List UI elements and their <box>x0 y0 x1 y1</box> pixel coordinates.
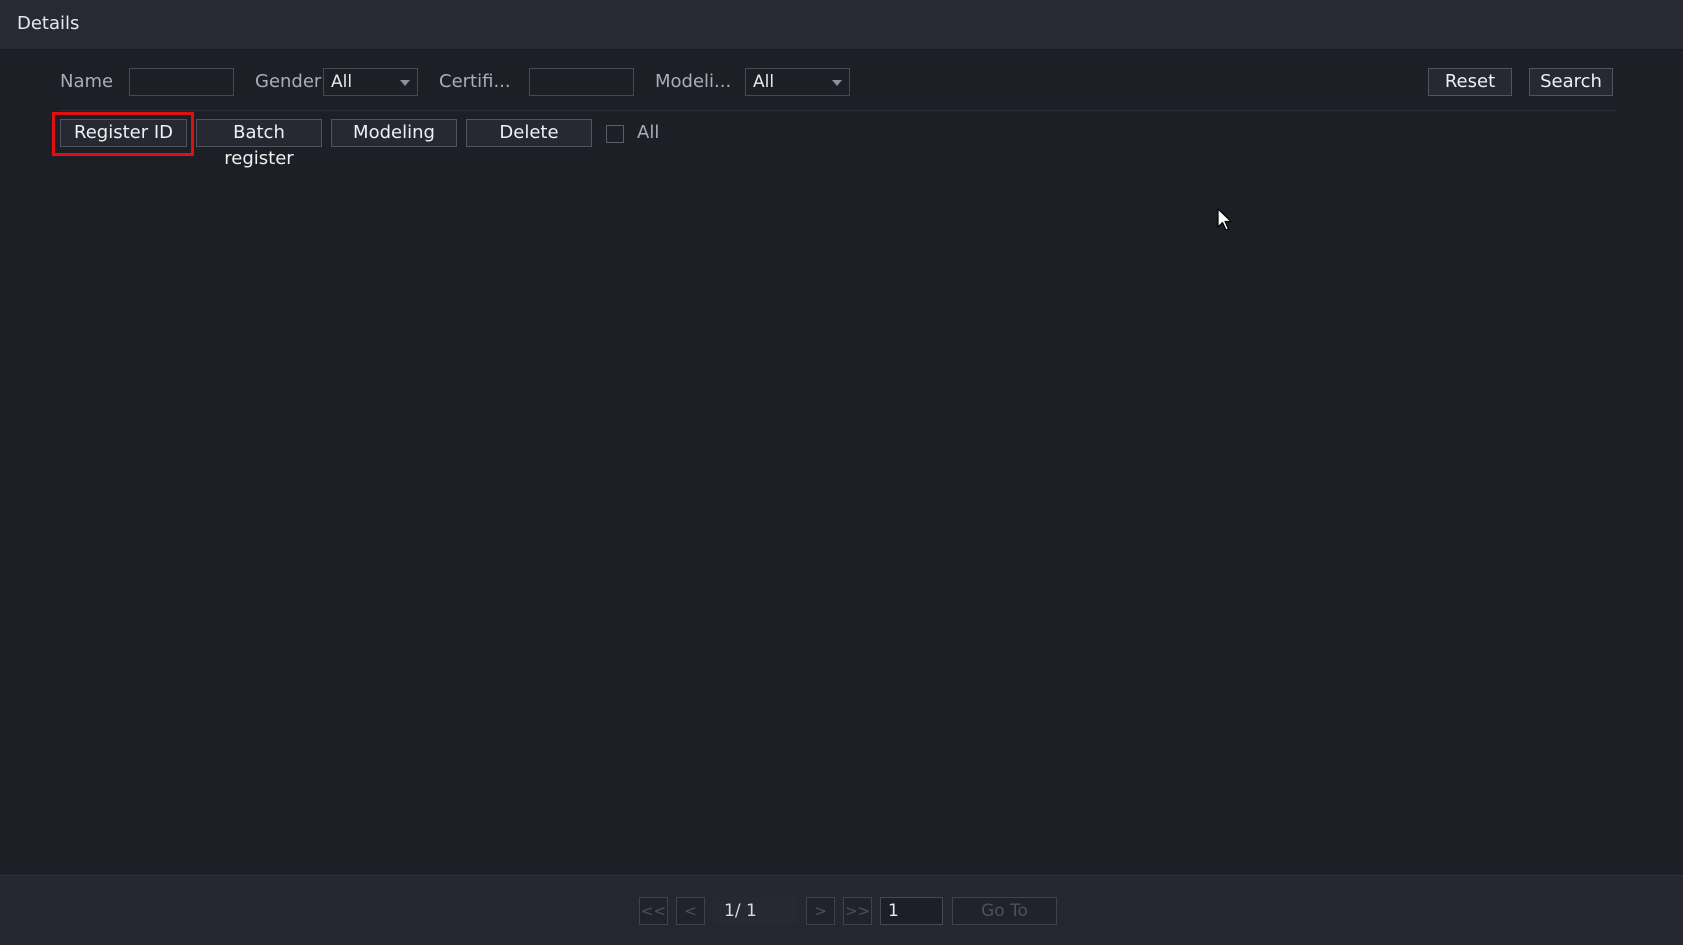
search-button[interactable]: Search <box>1529 68 1613 96</box>
gender-select-value: All <box>331 72 353 92</box>
filter-divider <box>58 110 1616 111</box>
pagination-bar <box>0 875 1683 945</box>
go-to-button[interactable]: Go To <box>952 897 1057 925</box>
delete-button[interactable]: Delete <box>466 119 592 147</box>
modeling-status-select-value: All <box>753 72 775 92</box>
name-input[interactable] <box>129 68 234 96</box>
modeling-status-label: Modeli... <box>655 71 732 92</box>
page-indicator: 1/ 1 <box>713 897 798 925</box>
gender-label: Gender <box>255 71 322 92</box>
last-page-button[interactable]: >> <box>843 897 872 925</box>
modeling-button[interactable]: Modeling <box>331 119 457 147</box>
reset-button[interactable]: Reset <box>1428 68 1512 96</box>
gender-select[interactable]: All <box>323 68 418 96</box>
modeling-status-select[interactable]: All <box>745 68 850 96</box>
prev-page-button[interactable]: < <box>676 897 705 925</box>
certificate-label: Certifi... <box>439 71 511 92</box>
name-label: Name <box>60 71 114 92</box>
batch-register-button[interactable]: Batch register <box>196 119 322 169</box>
select-all-label: All <box>637 122 660 143</box>
register-id-button[interactable]: Register ID <box>60 119 187 147</box>
next-page-button[interactable]: > <box>806 897 835 925</box>
page-title: Details <box>17 13 80 34</box>
first-page-button[interactable]: << <box>639 897 668 925</box>
page-number-input[interactable]: 1 <box>880 897 943 925</box>
chevron-down-icon <box>832 80 842 86</box>
mouse-cursor-icon <box>1217 208 1232 231</box>
chevron-down-icon <box>400 80 410 86</box>
title-bar: Details <box>0 0 1683 50</box>
certificate-input[interactable] <box>529 68 634 96</box>
select-all-checkbox[interactable] <box>606 125 624 143</box>
